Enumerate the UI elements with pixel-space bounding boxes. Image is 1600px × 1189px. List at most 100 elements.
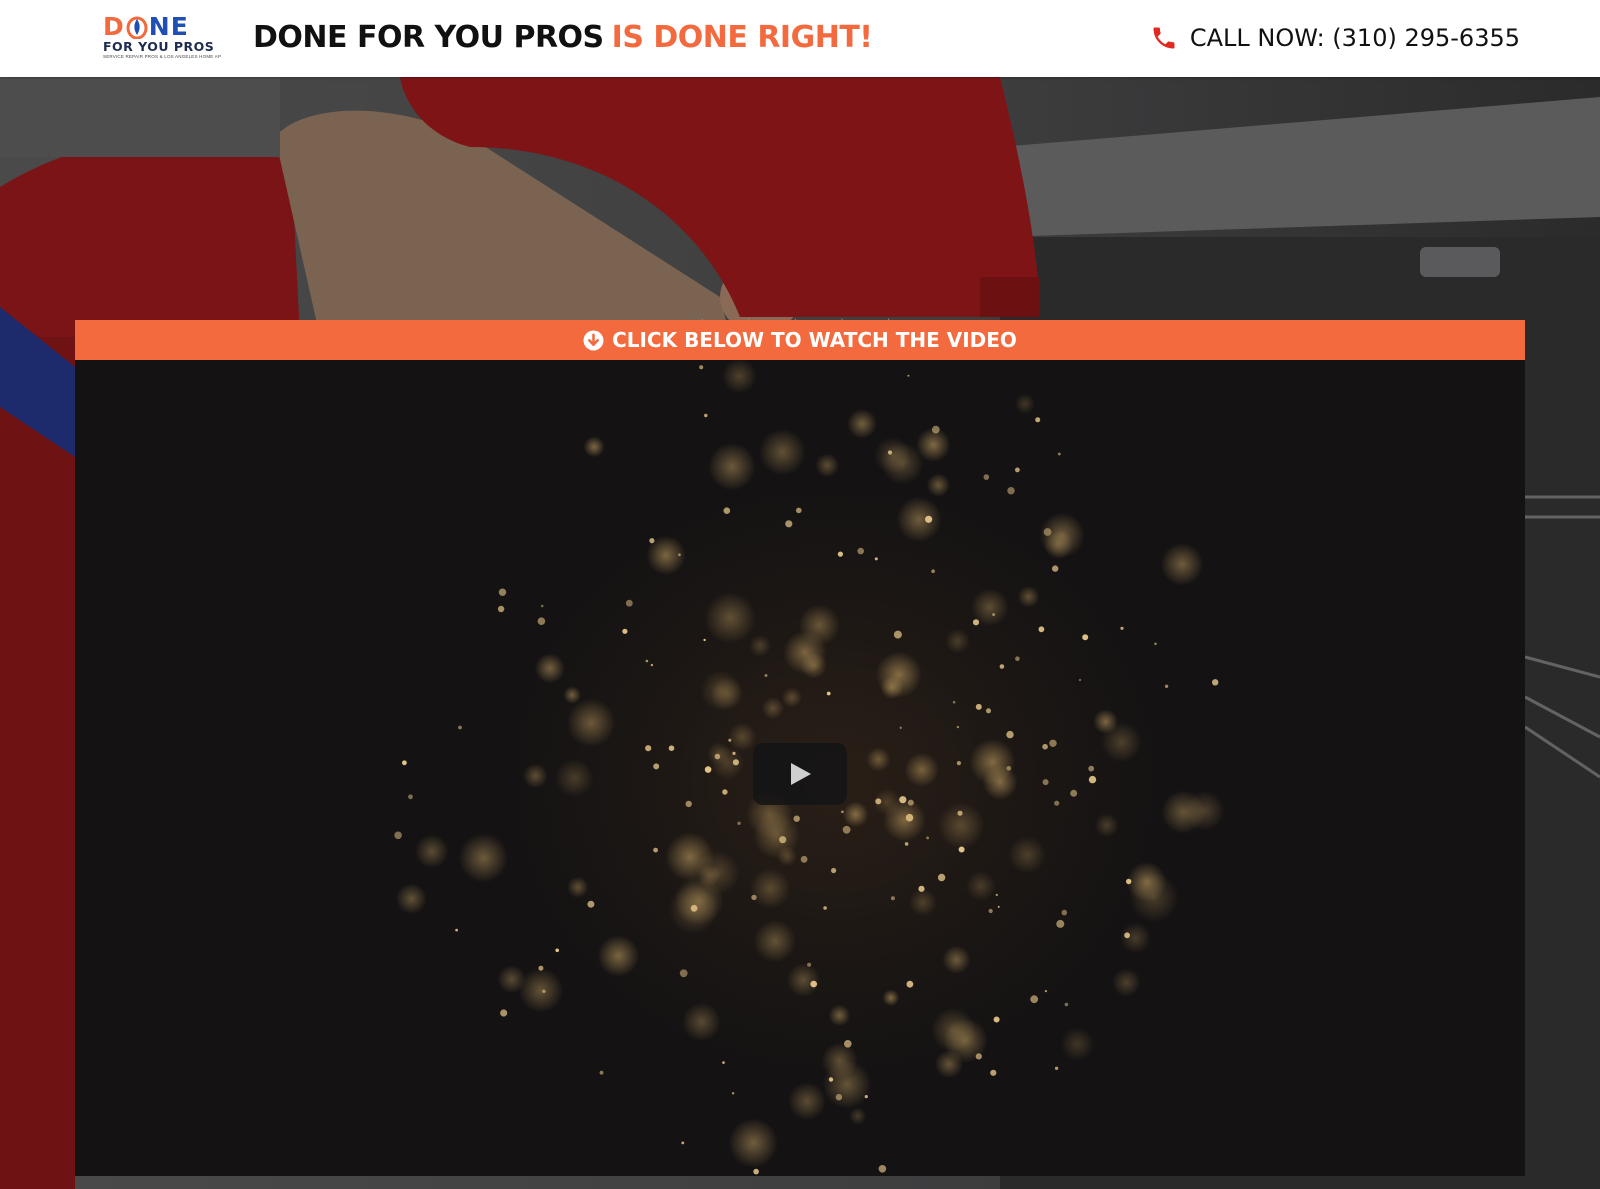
bokeh-particle	[737, 821, 741, 825]
bokeh-particle	[904, 842, 909, 846]
bokeh-particle	[1061, 909, 1068, 916]
video-player[interactable]	[75, 360, 1525, 1176]
bokeh-particle	[708, 442, 756, 491]
bokeh-particle	[653, 763, 660, 770]
bokeh-particle	[842, 825, 851, 834]
bokeh-particle	[497, 605, 505, 613]
bokeh-particle	[700, 670, 742, 712]
bokeh-particle	[537, 617, 546, 625]
bokeh-particle	[678, 553, 681, 557]
bokeh-particle	[518, 968, 564, 1013]
bokeh-particle	[988, 908, 993, 914]
bokeh-particle	[779, 836, 787, 844]
bokeh-particle	[1088, 765, 1095, 772]
bokeh-particle	[728, 738, 732, 742]
bokeh-particle	[986, 708, 991, 714]
bokeh-particle	[555, 758, 594, 798]
bokeh-particle	[956, 761, 962, 766]
bokeh-particle	[625, 599, 633, 607]
bokeh-particle	[866, 747, 891, 772]
video-banner: CLICK BELOW TO WATCH THE VIDEO	[75, 320, 1525, 360]
bokeh-particle	[837, 551, 844, 557]
bokeh-particle	[540, 604, 544, 608]
bokeh-particle	[1017, 585, 1040, 608]
bokeh-particle	[800, 652, 827, 679]
bokeh-particle	[965, 871, 996, 901]
bokeh-particle	[937, 802, 985, 849]
bokeh-particle	[1015, 656, 1020, 661]
logo-wordmark: D NE	[103, 12, 189, 41]
bokeh-particle	[1093, 709, 1118, 734]
bokeh-particle	[826, 691, 831, 696]
bokeh-particle	[785, 520, 793, 528]
bokeh-particle	[926, 836, 929, 840]
bokeh-particle	[1038, 626, 1045, 633]
bokeh-particle	[1119, 922, 1151, 954]
bokeh-particle	[1007, 487, 1015, 495]
bokeh-particle	[1078, 678, 1082, 682]
bokeh-particle	[874, 557, 878, 561]
bokeh-particle	[458, 725, 462, 730]
bokeh-particle	[942, 945, 971, 974]
bokeh-particle	[937, 873, 946, 882]
video-banner-text: CLICK BELOW TO WATCH THE VIDEO	[612, 328, 1017, 352]
bokeh-particle	[707, 742, 730, 765]
bokeh-particle	[534, 653, 565, 684]
bokeh-particle	[1160, 542, 1204, 586]
bokeh-particle	[823, 906, 827, 910]
bokeh-particle	[414, 834, 449, 869]
call-now-text: CALL NOW: (310) 295-6355	[1189, 24, 1520, 52]
bokeh-particle	[847, 408, 877, 439]
bokeh-particle	[394, 831, 402, 840]
bokeh-particle	[563, 686, 581, 704]
bokeh-particle	[787, 1082, 827, 1121]
bokeh-particle	[1006, 730, 1014, 739]
bokeh-particle	[555, 948, 559, 953]
headline-part2: IS DONE RIGHT!	[611, 20, 873, 55]
bokeh-particle	[952, 700, 956, 704]
bokeh-particle	[698, 864, 721, 887]
bokeh-particle	[1035, 417, 1041, 423]
bokeh-particle	[882, 989, 900, 1007]
bokeh-particle	[622, 628, 628, 634]
bokeh-particle	[498, 588, 507, 596]
bokeh-particle	[849, 1107, 867, 1125]
headline-part1: DONE FOR YOU PROS	[253, 20, 604, 55]
logo-tagline: SERVICE REPAIR PROS & LOS ANGELES HOME A…	[103, 54, 221, 59]
bokeh-particle	[882, 798, 926, 842]
play-button[interactable]	[753, 743, 847, 805]
bokeh-particle	[500, 1009, 508, 1017]
bokeh-particle	[749, 634, 771, 657]
site-logo[interactable]: D NE FOR YOU PROS SERVICE REPAIR PROS & …	[103, 14, 221, 62]
bokeh-particle	[880, 675, 904, 700]
bokeh-particle	[1057, 452, 1061, 456]
flame-icon	[126, 16, 148, 39]
bokeh-particle	[455, 928, 458, 932]
bokeh-particle	[781, 687, 803, 708]
bokeh-particle	[1054, 800, 1060, 806]
bokeh-particle	[1042, 779, 1049, 786]
bokeh-particle	[1054, 1066, 1059, 1070]
bokeh-particle	[796, 507, 802, 514]
bokeh-particle	[786, 963, 821, 997]
phone-icon	[1153, 27, 1175, 49]
bokeh-particle	[583, 436, 605, 458]
bokeh-particle	[542, 989, 546, 993]
bokeh-particle	[566, 698, 616, 747]
bokeh-particle	[822, 1060, 872, 1109]
bokeh-particle	[1014, 393, 1036, 414]
bokeh-particle	[899, 796, 907, 804]
call-now-link[interactable]: CALL NOW: (310) 295-6355	[1150, 24, 1520, 52]
bokeh-particle	[931, 425, 940, 434]
bokeh-particle	[1044, 990, 1047, 993]
bokeh-particle	[828, 1004, 851, 1027]
bokeh-particle	[945, 628, 970, 654]
bokeh-particle	[1030, 995, 1039, 1004]
bokeh-particle	[925, 515, 933, 523]
bokeh-particle	[1039, 512, 1085, 558]
bokeh-particle	[704, 592, 756, 644]
bokeh-particle	[983, 474, 990, 480]
bokeh-particle	[1056, 919, 1065, 928]
bokeh-particle	[1060, 1027, 1094, 1061]
bokeh-particle	[1112, 968, 1141, 997]
